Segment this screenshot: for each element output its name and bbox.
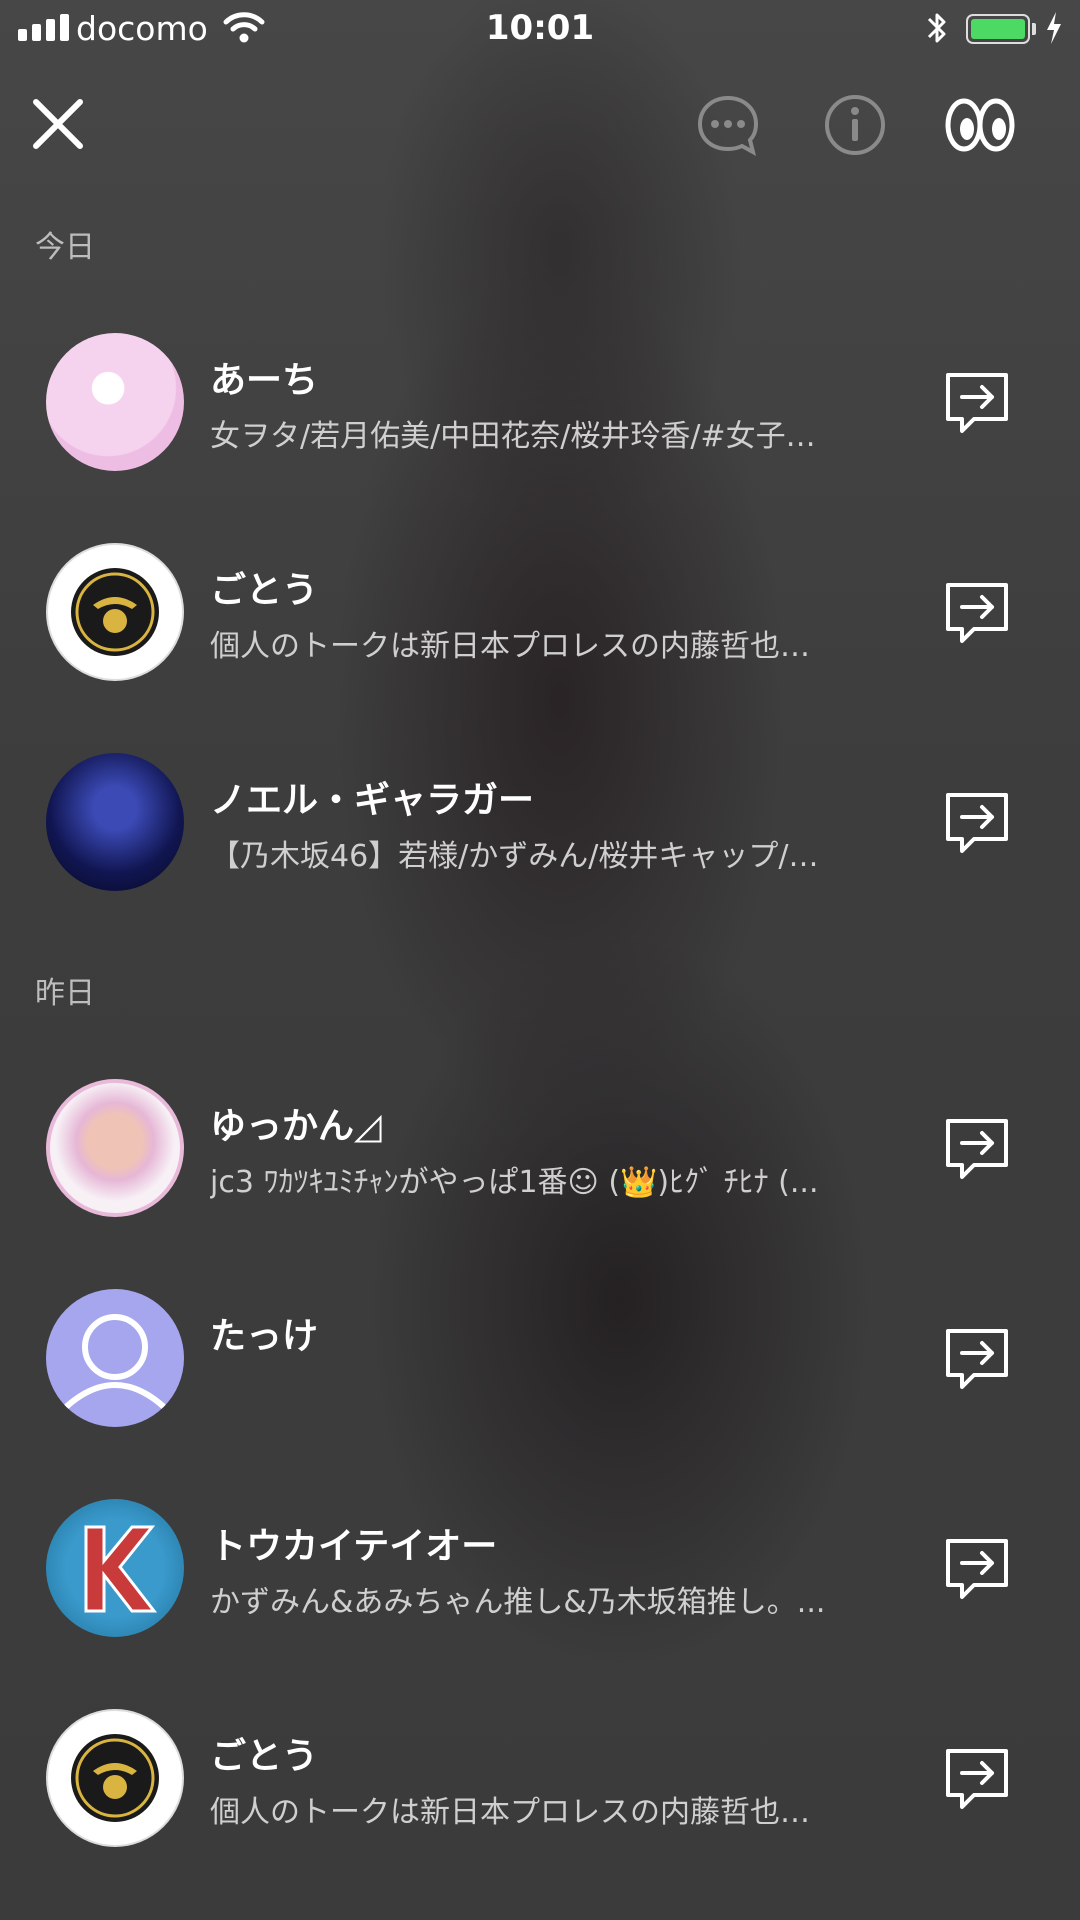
user-description: かずみん&あみちゃん推し&乃木坂箱推し。... xyxy=(210,1585,826,1620)
default-avatar-icon[interactable] xyxy=(46,1289,184,1427)
user-name: ノエル・ギャラガー xyxy=(210,780,535,821)
avatar[interactable] xyxy=(46,1709,184,1847)
user-description: jc3 ﾜｶﾂｷﾕﾐﾁｬﾝがやっぱ1番☺ (👑)ﾋｸﾞ ﾁﾋﾅ (... xyxy=(210,1165,819,1200)
charging-bolt-icon xyxy=(1047,12,1061,44)
list-item[interactable]: ノエル・ギャラガー 【乃木坂46】若様/かずみん/桜井キャップ/… xyxy=(0,753,1080,893)
bluetooth-icon xyxy=(927,13,946,43)
gang-logo-icon xyxy=(71,568,159,656)
share-icon[interactable] xyxy=(942,1113,1014,1185)
user-description: 個人のトークは新日本プロレスの内藤哲也… xyxy=(210,629,810,664)
user-description: 女ヲタ/若月佑美/中田花奈/桜井玲香/#女子… xyxy=(210,419,816,454)
battery-tip xyxy=(1032,23,1036,35)
user-name: たっけ xyxy=(210,1316,319,1357)
user-name: ごとう xyxy=(210,570,319,611)
clock: 10:01 xyxy=(485,8,595,48)
chat-bubble-icon[interactable] xyxy=(695,92,761,158)
list-item[interactable]: トウカイテイオー かずみん&あみちゃん推し&乃木坂箱推し。... xyxy=(0,1499,1080,1639)
user-name: トウカイテイオー xyxy=(210,1526,498,1567)
user-name: あーち xyxy=(210,360,319,401)
avatar[interactable] xyxy=(46,543,184,681)
info-icon[interactable] xyxy=(822,92,888,158)
share-icon[interactable] xyxy=(942,1323,1014,1395)
list-item[interactable]: あーち 女ヲタ/若月佑美/中田花奈/桜井玲香/#女子… xyxy=(0,333,1080,473)
user-name: ごとう xyxy=(210,1736,319,1777)
avatar[interactable] xyxy=(46,1079,184,1217)
list-item[interactable]: ごとう 個人のトークは新日本プロレスの内藤哲也… xyxy=(0,543,1080,683)
close-icon[interactable] xyxy=(30,96,86,152)
section-label-yesterday: 昨日 xyxy=(35,976,95,1011)
status-bar: docomo 10:01 xyxy=(0,0,1080,58)
user-description: 個人のトークは新日本プロレスの内藤哲也… xyxy=(210,1795,810,1830)
user-name: ゆっかん◿ xyxy=(210,1106,382,1147)
share-icon[interactable] xyxy=(942,367,1014,439)
share-icon[interactable] xyxy=(942,577,1014,649)
share-icon[interactable] xyxy=(942,787,1014,859)
avatar[interactable] xyxy=(46,333,184,471)
section-label-today: 今日 xyxy=(35,230,95,265)
share-icon[interactable] xyxy=(942,1743,1014,1815)
list-item[interactable]: たっけ xyxy=(0,1289,1080,1429)
avatar[interactable] xyxy=(46,753,184,891)
list-item[interactable]: ごとう 個人のトークは新日本プロレスの内藤哲也… xyxy=(0,1709,1080,1849)
share-icon[interactable] xyxy=(942,1533,1014,1605)
gang-logo-icon xyxy=(71,1734,159,1822)
k-logo-icon xyxy=(84,1525,158,1613)
battery-icon xyxy=(966,14,1030,44)
avatar[interactable] xyxy=(46,1499,184,1637)
user-description: 【乃木坂46】若様/かずみん/桜井キャップ/… xyxy=(210,839,819,874)
eyes-icon[interactable] xyxy=(944,92,1016,158)
list-item[interactable]: ゆっかん◿ jc3 ﾜｶﾂｷﾕﾐﾁｬﾝがやっぱ1番☺ (👑)ﾋｸﾞ ﾁﾋﾅ (.… xyxy=(0,1079,1080,1219)
